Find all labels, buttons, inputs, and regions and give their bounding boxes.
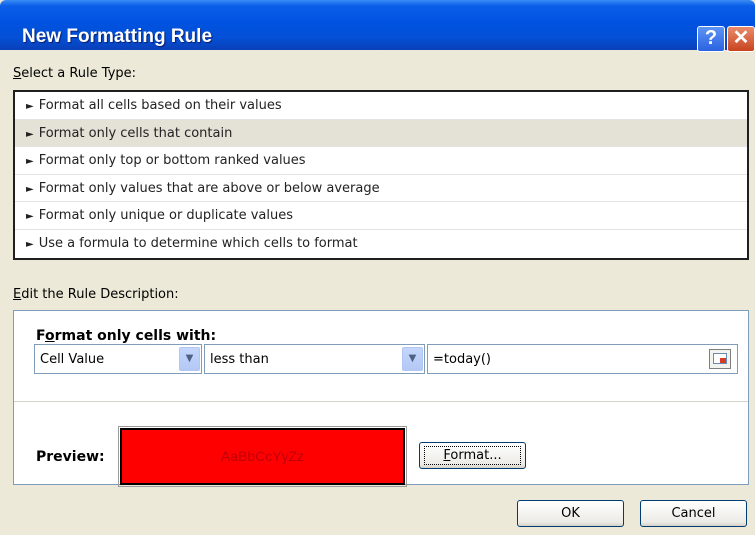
rule-type-item-formula[interactable]: ► Use a formula to determine which cells … [15,230,747,258]
value-input-text: =today() [433,352,491,367]
format-preview: AaBbCcYyZz [118,426,407,487]
collapse-dialog-icon[interactable] [709,349,731,369]
format-button[interactable]: Format... [419,442,526,469]
new-formatting-rule-dialog: New Formatting Rule ? ✕ Select a Rule Ty… [0,0,755,535]
close-button[interactable]: ✕ [727,26,755,52]
preview-label: Preview: [36,449,105,465]
rule-type-item-label: Format all cells based on their values [38,98,282,113]
operator-select[interactable]: less than ▼ [204,344,425,374]
rule-type-item-label: Format only cells that contain [38,125,233,141]
condition-type-value: Cell Value [40,352,105,367]
triangle-right-icon: ► [26,128,34,140]
condition-type-select[interactable]: Cell Value ▼ [34,344,202,374]
rule-type-list[interactable]: ► Format all cells based on their values … [13,90,749,260]
rule-type-item-label: Use a formula to determine which cells t… [38,235,358,251]
chevron-down-icon[interactable]: ▼ [402,347,423,371]
title-bar[interactable]: New Formatting Rule ? ✕ [0,0,755,52]
triangle-right-icon: ► [26,211,34,223]
divider [14,401,748,402]
cancel-button[interactable]: Cancel [640,500,747,527]
operator-value: less than [210,352,269,367]
triangle-right-icon: ► [26,183,34,195]
rule-type-item-cells-that-contain[interactable]: ► Format only cells that contain [15,119,747,148]
ok-button[interactable]: OK [517,500,624,527]
rule-type-item-top-bottom[interactable]: ► Format only top or bottom ranked values [15,147,747,175]
rule-type-heading: Select a Rule Type: [13,66,136,81]
triangle-right-icon: ► [26,238,34,250]
rule-type-item-all-cells[interactable]: ► Format all cells based on their values [15,92,747,120]
triangle-right-icon: ► [26,156,34,168]
format-heading-accesskey: o [45,328,55,344]
rule-type-item-label: Format only values that are above or bel… [38,180,380,196]
rule-type-item-unique-duplicate[interactable]: ► Format only unique or duplicate values [15,202,747,230]
chevron-down-icon[interactable]: ▼ [179,347,200,371]
preview-sample-text: AaBbCcYyZz [220,448,305,464]
dialog-title: New Formatting Rule [22,26,213,47]
value-input[interactable]: =today() [427,344,738,374]
triangle-right-icon: ► [26,101,34,112]
format-heading-text: rmat only cells with: [54,328,217,344]
rule-description-heading-text: dit the Rule Description: [21,287,179,302]
format-only-cells-heading: Format only cells with: [36,328,216,344]
rule-description-heading-accesskey: E [13,287,22,302]
rule-type-item-label: Format only unique or duplicate values [38,208,294,224]
rule-description-heading: Edit the Rule Description: [13,287,179,302]
focus-rectangle [424,446,521,465]
rule-type-item-above-below-average[interactable]: ► Format only values that are above or be… [15,175,747,203]
rule-type-heading-text: elect a Rule Type: [21,66,137,81]
rule-description-panel: Format only cells with: Cell Value ▼ les… [13,310,749,487]
format-heading-pre: F [36,328,45,344]
help-button[interactable]: ? [697,26,725,52]
rule-type-item-label: Format only top or bottom ranked values [38,153,306,169]
